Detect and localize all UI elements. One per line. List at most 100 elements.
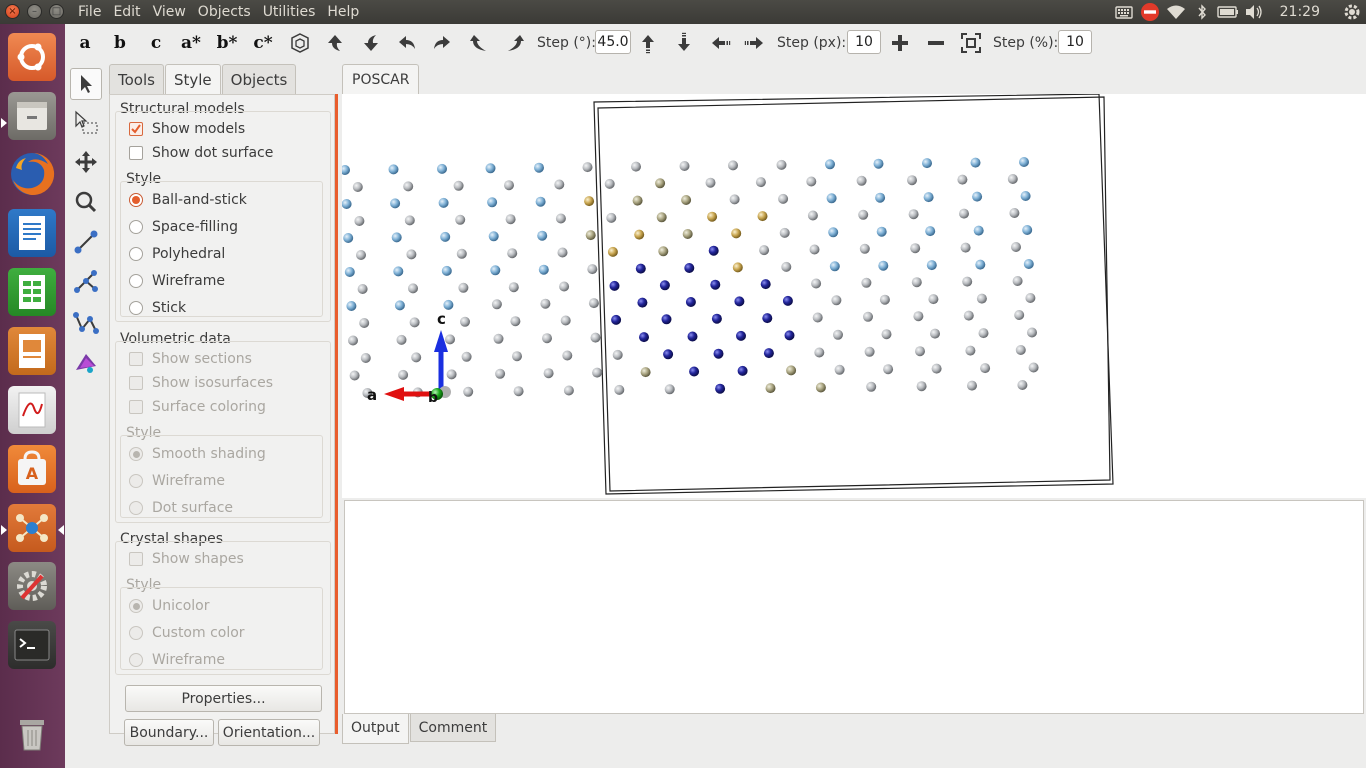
tab-tools[interactable]: Tools	[109, 64, 164, 94]
zoom-in-icon[interactable]	[887, 30, 913, 56]
view-along-a-button[interactable]: a	[70, 30, 100, 56]
keyboard-icon[interactable]	[1112, 0, 1136, 24]
vol-smooth-shading-radio[interactable]: Smooth shading	[129, 444, 266, 464]
atom-sphere	[831, 295, 842, 306]
crystal-wireframe-radio[interactable]: Wireframe	[129, 650, 225, 670]
libreoffice-writer-icon[interactable]	[8, 209, 56, 257]
show-dot-surface-checkbox[interactable]: Show dot surface	[129, 143, 273, 163]
translate-up-icon[interactable]	[635, 30, 661, 56]
document-viewer-icon[interactable]	[8, 386, 56, 434]
tab-style[interactable]: Style	[164, 64, 221, 96]
plane-tool-icon[interactable]	[70, 347, 102, 379]
atom-sphere	[1014, 310, 1025, 320]
atom-sphere	[732, 262, 743, 273]
tab-comment[interactable]: Comment	[409, 714, 497, 742]
translate-right-icon[interactable]	[742, 30, 768, 56]
rotate-cw-icon[interactable]	[502, 30, 528, 56]
window-close-button[interactable]: ×	[5, 4, 20, 19]
wifi-icon[interactable]	[1164, 0, 1188, 24]
trash-icon[interactable]	[8, 708, 56, 756]
view-along-c-button[interactable]: c	[141, 30, 171, 56]
surface-coloring-checkbox[interactable]: Surface coloring	[129, 397, 266, 417]
rotate-up-icon[interactable]	[322, 30, 348, 56]
rotate-ccw-icon[interactable]	[466, 30, 492, 56]
standard-orientation-icon[interactable]	[287, 30, 313, 56]
panel-splitter[interactable]	[335, 94, 338, 734]
view-along-b-star-button[interactable]: b*	[212, 30, 242, 56]
properties-button[interactable]: Properties...	[125, 685, 322, 712]
output-text-area[interactable]	[344, 500, 1364, 714]
atom-sphere	[441, 265, 452, 276]
step-px-input[interactable]: 10	[847, 30, 881, 54]
window-maximize-button[interactable]: □	[49, 4, 64, 19]
files-icon[interactable]	[8, 92, 56, 140]
style-polyhedral-radio[interactable]: Polyhedral	[129, 244, 225, 264]
vesta-icon[interactable]	[8, 504, 56, 552]
crystal-unicolor-radio[interactable]: Unicolor	[129, 596, 209, 616]
style-space-filling-radio[interactable]: Space-filling	[129, 217, 238, 237]
volume-icon[interactable]	[1242, 0, 1266, 24]
vol-dot-surface-radio[interactable]: Dot surface	[129, 498, 233, 518]
structure-viewport[interactable]: a b c	[340, 93, 1366, 498]
menu-edit[interactable]: Edit	[107, 0, 146, 24]
show-shapes-checkbox[interactable]: Show shapes	[129, 549, 244, 569]
system-settings-icon[interactable]	[8, 562, 56, 610]
fit-to-screen-icon[interactable]	[958, 30, 984, 56]
atom-sphere	[736, 330, 746, 341]
libreoffice-calc-icon[interactable]	[8, 268, 56, 316]
style-stick-radio[interactable]: Stick	[129, 298, 186, 318]
style-ball-and-stick-radio[interactable]: Ball-and-stick	[129, 190, 247, 210]
no-entry-icon[interactable]	[1138, 0, 1162, 24]
distance-tool-icon[interactable]	[70, 226, 102, 258]
step-degree-input[interactable]: 45.0	[595, 30, 631, 54]
menu-file[interactable]: File	[72, 0, 107, 24]
atom-sphere	[542, 333, 552, 344]
orientation-button[interactable]: Orientation...	[218, 719, 320, 746]
menu-utilities[interactable]: Utilities	[257, 0, 322, 24]
clock[interactable]: 21:29	[1280, 4, 1320, 20]
step-percent-input[interactable]: 10	[1058, 30, 1092, 54]
select-tool-icon[interactable]	[70, 68, 102, 100]
battery-icon[interactable]	[1216, 0, 1240, 24]
vol-wireframe-radio[interactable]: Wireframe	[129, 471, 225, 491]
view-along-c-star-button[interactable]: c*	[248, 30, 278, 56]
rotate-right-icon[interactable]	[429, 30, 455, 56]
atom-sphere	[858, 209, 869, 220]
boundary-button[interactable]: Boundary...	[124, 719, 214, 746]
magnify-tool-icon[interactable]	[70, 186, 102, 218]
box-select-tool-icon[interactable]	[70, 107, 102, 139]
terminal-icon[interactable]	[8, 621, 56, 669]
rotate-down-icon[interactable]	[358, 30, 384, 56]
view-along-b-button[interactable]: b	[105, 30, 135, 56]
bluetooth-icon[interactable]	[1190, 0, 1214, 24]
show-isosurfaces-checkbox[interactable]: Show isosurfaces	[129, 373, 273, 393]
atom-sphere	[1028, 362, 1039, 373]
translate-left-icon[interactable]	[707, 30, 733, 56]
style-wireframe-radio[interactable]: Wireframe	[129, 271, 225, 291]
tab-objects[interactable]: Objects	[221, 64, 297, 94]
view-along-a-star-button[interactable]: a*	[176, 30, 206, 56]
software-center-icon[interactable]: A	[8, 445, 56, 493]
dihedral-tool-icon[interactable]	[70, 306, 102, 338]
tab-poscar[interactable]: POSCAR	[342, 64, 420, 94]
ubuntu-dash-icon[interactable]	[8, 33, 56, 81]
menu-help[interactable]: Help	[321, 0, 365, 24]
atom-sphere	[504, 180, 514, 191]
angle-tool-icon[interactable]	[70, 266, 102, 298]
libreoffice-impress-icon[interactable]	[8, 327, 56, 375]
translate-down-icon[interactable]	[671, 30, 697, 56]
atom-sphere	[485, 163, 496, 174]
firefox-icon[interactable]	[8, 150, 56, 198]
zoom-out-icon[interactable]	[923, 30, 949, 56]
rotate-left-icon[interactable]	[394, 30, 420, 56]
window-minimize-button[interactable]: –	[27, 4, 42, 19]
menu-objects[interactable]: Objects	[192, 0, 257, 24]
show-models-checkbox[interactable]: Show models	[129, 119, 245, 139]
atom-sphere	[490, 265, 501, 276]
tab-output[interactable]: Output	[342, 714, 409, 744]
show-sections-checkbox[interactable]: Show sections	[129, 349, 252, 369]
translate-tool-icon[interactable]	[70, 146, 102, 178]
crystal-custom-color-radio[interactable]: Custom color	[129, 623, 245, 643]
gear-icon[interactable]	[1340, 0, 1364, 24]
menu-view[interactable]: View	[147, 0, 192, 24]
